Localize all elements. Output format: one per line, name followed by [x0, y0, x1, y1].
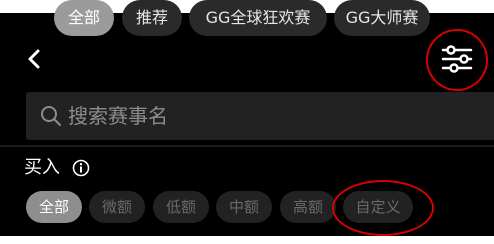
- tab-recommended[interactable]: 推荐: [122, 0, 182, 36]
- search-bar[interactable]: 搜索赛事名: [26, 92, 494, 140]
- info-icon[interactable]: [72, 159, 90, 177]
- search-icon: [41, 106, 61, 126]
- annotation-circle-filter: [426, 29, 488, 91]
- buy-in-mid[interactable]: 中额: [216, 191, 272, 223]
- tab-gg-masters[interactable]: GG大师赛: [334, 0, 430, 36]
- buy-in-high[interactable]: 高额: [280, 191, 336, 223]
- divider: [0, 145, 494, 147]
- buy-in-low[interactable]: 低额: [153, 191, 209, 223]
- buy-in-micro[interactable]: 微额: [89, 191, 145, 223]
- bottom-edge: [0, 236, 494, 244]
- buy-in-label: 买入: [24, 157, 60, 178]
- annotation-circle-custom: [332, 180, 434, 236]
- back-chevron-icon[interactable]: [24, 47, 46, 71]
- tab-all[interactable]: 全部: [54, 0, 114, 36]
- buy-in-all[interactable]: 全部: [26, 191, 82, 223]
- search-placeholder: 搜索赛事名: [68, 104, 168, 128]
- tab-gg-global-carnival[interactable]: GG全球狂欢赛: [189, 0, 327, 36]
